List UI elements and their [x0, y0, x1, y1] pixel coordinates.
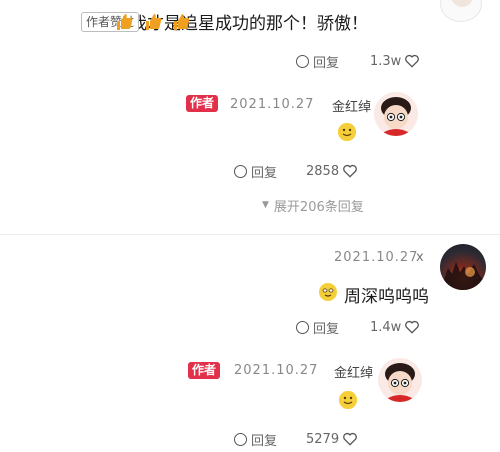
smile-emoji-icon: [339, 391, 357, 409]
comment-bubble-icon: [296, 320, 309, 334]
comment-text: 我才是追星成功的那个！骄傲！: [130, 14, 368, 34]
smile-emoji-icon: [338, 123, 356, 141]
author-avatar[interactable]: [374, 92, 418, 136]
like-button[interactable]: 5279: [306, 430, 357, 448]
comment-bubble-icon: [234, 432, 247, 446]
heart-icon: [343, 164, 357, 178]
author-tag: 作者: [186, 95, 219, 112]
like-count: 1.4w: [370, 319, 402, 335]
heart-icon: [343, 432, 357, 446]
drool-emoji-icon: [319, 283, 337, 305]
thumbs-up-icon: [144, 13, 162, 35]
comment-bubble-icon: [234, 164, 247, 178]
heart-icon: [405, 320, 420, 334]
author-name[interactable]: 金红绰: [332, 96, 371, 115]
like-button[interactable]: 1.3w: [370, 52, 420, 70]
commenter-avatar[interactable]: [440, 244, 486, 290]
like-button[interactable]: 1.4w: [370, 318, 420, 336]
reply-button[interactable]: 回复: [234, 430, 278, 449]
commenter-avatar[interactable]: [440, 0, 482, 22]
comment-bubble-icon: [296, 54, 309, 68]
expand-replies-label: 展开206条回复: [273, 199, 364, 215]
author-tag: 作者: [188, 362, 221, 379]
caret-down-icon: ▼: [262, 200, 269, 210]
reply-label: 回复: [313, 55, 340, 71]
heart-icon: [405, 54, 420, 68]
author-avatar[interactable]: [378, 358, 422, 402]
expand-replies-button[interactable]: ▼ 展开206条回复: [262, 196, 364, 215]
reply-button[interactable]: 回复: [234, 162, 278, 181]
divider: [0, 234, 500, 235]
reply-label: 回复: [251, 433, 278, 449]
thumbs-up-icon: [115, 13, 133, 35]
reply-date: 2021.10.27: [234, 363, 319, 378]
reply-date: 2021.10.27: [230, 97, 315, 112]
like-count: 2858: [306, 163, 340, 179]
reply-label: 回复: [313, 321, 340, 337]
reply-button[interactable]: 回复: [296, 318, 340, 337]
like-count: 1.3w: [370, 53, 402, 69]
reply-button[interactable]: 回复: [296, 52, 340, 71]
author-name[interactable]: 金红绰: [334, 362, 373, 381]
comment-date: 2021.10.27: [334, 250, 419, 265]
thumbs-up-icon: [172, 13, 190, 35]
like-button[interactable]: 2858: [306, 162, 357, 180]
comment-text: 周深呜呜呜: [344, 287, 429, 307]
like-count: 5279: [306, 431, 340, 447]
reply-label: 回复: [251, 165, 278, 181]
